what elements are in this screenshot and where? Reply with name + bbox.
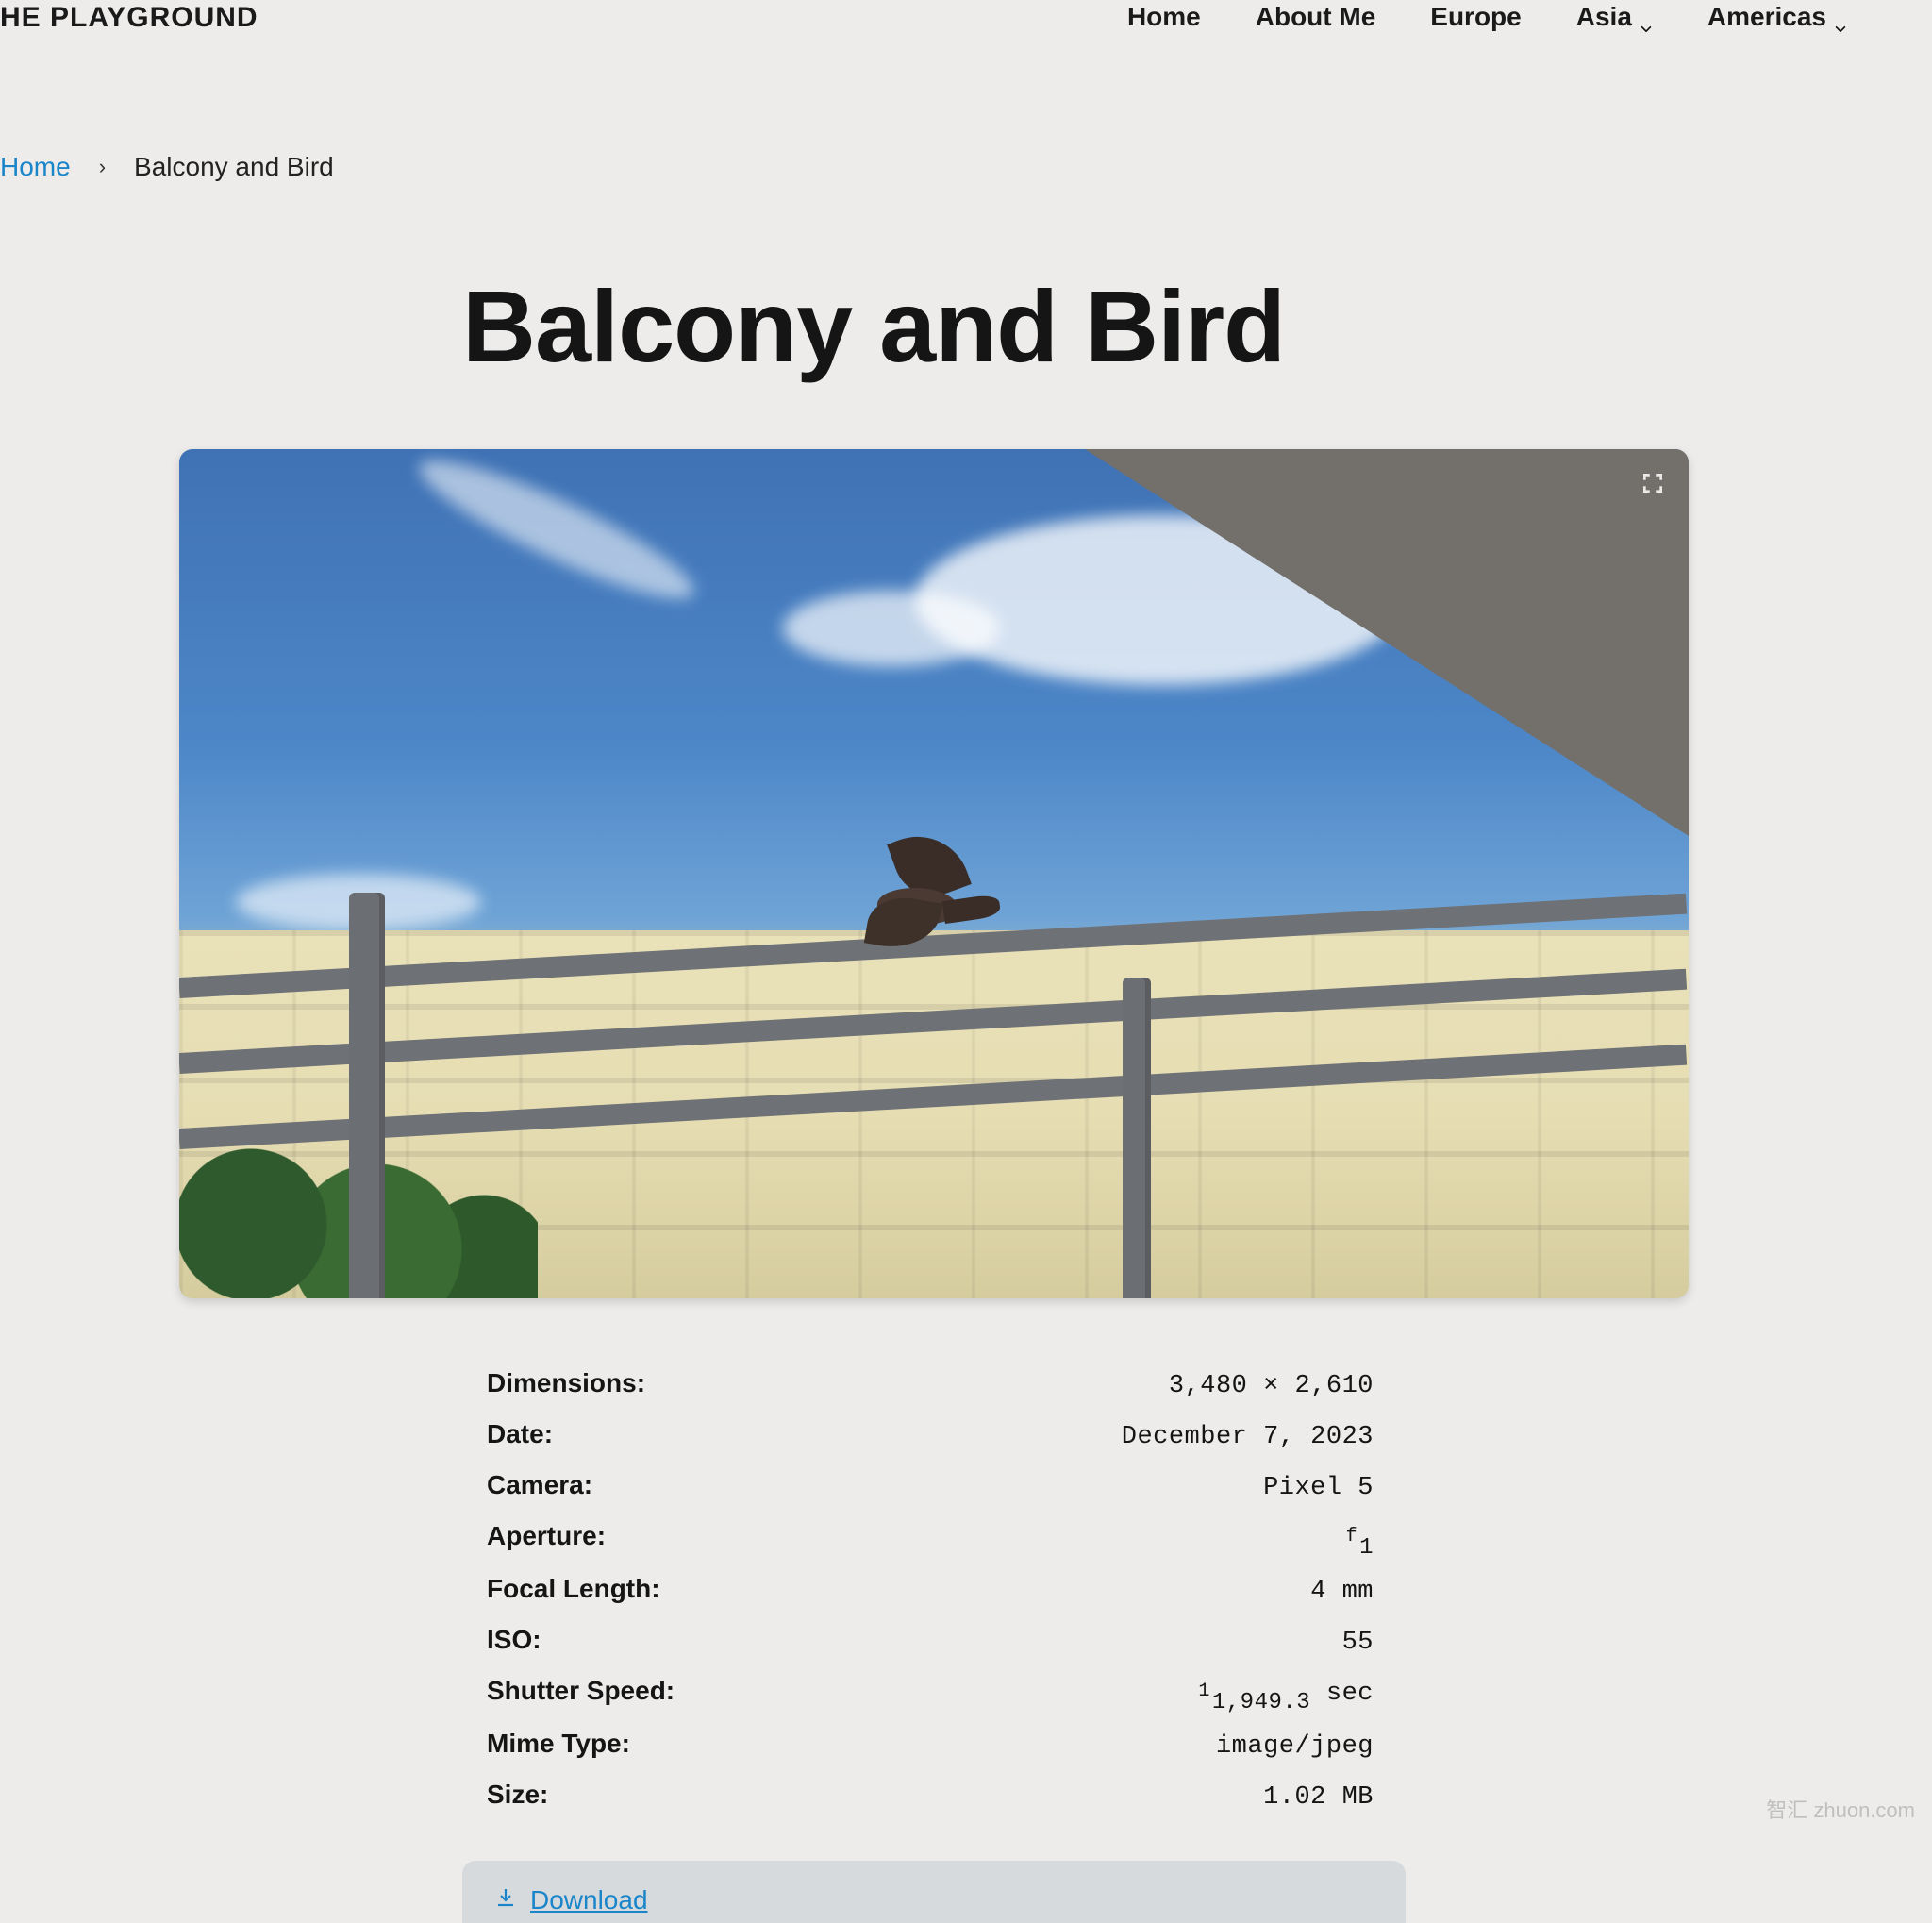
download-icon — [494, 1885, 517, 1915]
meta-value: 11,949.3 sec — [1198, 1680, 1374, 1710]
breadcrumb-current: Balcony and Bird — [134, 152, 334, 182]
nav-asia[interactable]: Asia — [1576, 2, 1653, 32]
meta-label: Dimensions: — [487, 1368, 645, 1398]
watermark: 智汇 zhuon.com — [1766, 1794, 1915, 1824]
site-brand[interactable]: HE PLAYGROUND — [0, 0, 258, 34]
meta-iso: ISO: 55 — [487, 1615, 1374, 1666]
meta-label: Camera: — [487, 1470, 592, 1500]
photo-image — [179, 449, 1689, 1298]
meta-label: Focal Length: — [487, 1574, 660, 1604]
meta-value: f1 — [1346, 1525, 1374, 1555]
nav-home[interactable]: Home — [1127, 2, 1201, 32]
nav-about[interactable]: About Me — [1256, 2, 1376, 32]
meta-aperture: Aperture: f1 — [487, 1512, 1374, 1564]
main-nav: Home About Me Europe Asia Americas — [1127, 0, 1847, 32]
breadcrumb: Home › Balcony and Bird — [0, 34, 1932, 182]
meta-label: ISO: — [487, 1625, 541, 1655]
meta-dimensions: Dimensions: 3,480 × 2,610 — [487, 1359, 1374, 1410]
nav-europe[interactable]: Europe — [1430, 2, 1521, 32]
breadcrumb-home[interactable]: Home — [0, 152, 71, 182]
photo-container[interactable] — [179, 449, 1689, 1298]
meta-camera: Camera: Pixel 5 — [487, 1461, 1374, 1512]
meta-shutter-speed: Shutter Speed: 11,949.3 sec — [487, 1666, 1374, 1719]
meta-label: Shutter Speed: — [487, 1676, 675, 1706]
download-bar: Download — [462, 1861, 1406, 1923]
meta-label: Mime Type: — [487, 1729, 630, 1759]
meta-value: 3,480 × 2,610 — [1169, 1372, 1374, 1400]
meta-label: Aperture: — [487, 1521, 606, 1551]
meta-label: Size: — [487, 1780, 548, 1810]
meta-value: 4 mm — [1310, 1578, 1374, 1606]
meta-value: December 7, 2023 — [1122, 1423, 1374, 1451]
breadcrumb-separator: › — [99, 155, 106, 179]
fullscreen-icon — [1641, 471, 1665, 500]
nav-americas-label: Americas — [1707, 2, 1826, 32]
download-label: Download — [530, 1885, 648, 1915]
page-title: Balcony and Bird — [0, 182, 1932, 385]
fullscreen-button[interactable] — [1636, 468, 1670, 502]
meta-value: 55 — [1342, 1629, 1374, 1657]
meta-date: Date: December 7, 2023 — [487, 1410, 1374, 1461]
chevron-down-icon — [1834, 12, 1847, 25]
meta-value: image/jpeg — [1216, 1732, 1374, 1761]
meta-size: Size: 1.02 MB — [487, 1770, 1374, 1821]
download-link[interactable]: Download — [494, 1885, 648, 1915]
metadata-list: Dimensions: 3,480 × 2,610 Date: December… — [487, 1359, 1374, 1821]
meta-mime-type: Mime Type: image/jpeg — [487, 1719, 1374, 1770]
bird-icon — [840, 831, 1000, 954]
meta-label: Date: — [487, 1419, 553, 1449]
chevron-down-icon — [1640, 12, 1653, 25]
meta-value: Pixel 5 — [1263, 1474, 1374, 1502]
meta-focal-length: Focal Length: 4 mm — [487, 1564, 1374, 1615]
nav-americas[interactable]: Americas — [1707, 2, 1847, 32]
meta-value: 1.02 MB — [1263, 1783, 1374, 1812]
nav-asia-label: Asia — [1576, 2, 1632, 32]
